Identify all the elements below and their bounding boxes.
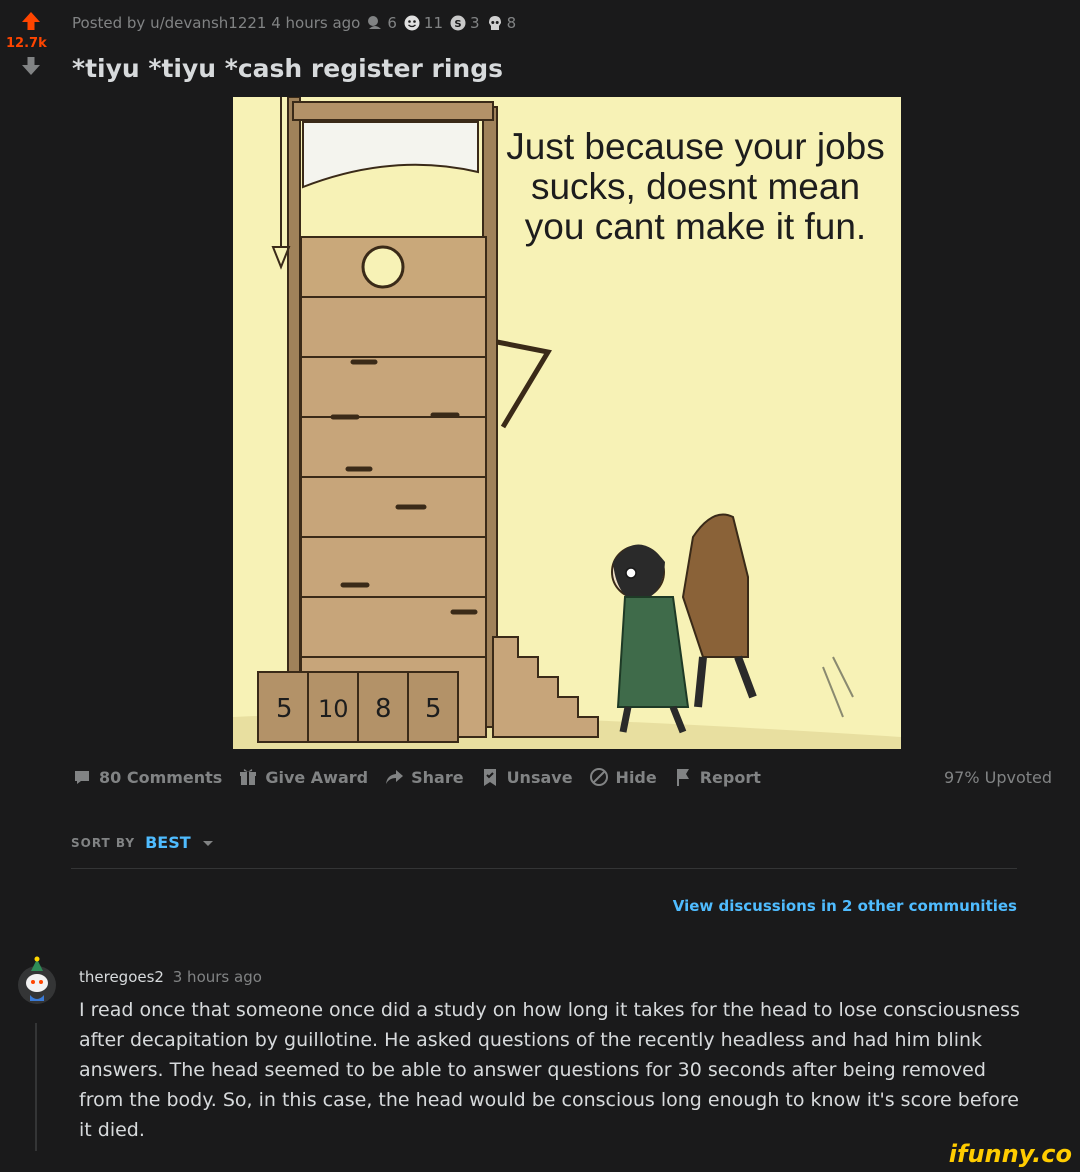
score-boxes: 5 10 8 5 (257, 671, 459, 743)
divider (71, 868, 1017, 869)
score-box-2: 10 (318, 695, 349, 723)
award-count: 8 (506, 14, 517, 32)
report-label: Report (699, 767, 761, 787)
sort-dropdown[interactable]: SORT BY BEST (71, 833, 215, 852)
comment-header: theregoes2 3 hours ago (79, 968, 262, 986)
comment-body: I read once that someone once did a stud… (79, 999, 1020, 1141)
unsave-button[interactable]: Unsave (480, 767, 573, 787)
wholesome-award-icon (404, 15, 420, 31)
award-silver[interactable]: S 3 (449, 14, 480, 32)
caret-down-icon (202, 840, 213, 846)
award-count: 3 (470, 14, 480, 32)
give-award-label: Give Award (265, 767, 369, 787)
avatar[interactable] (16, 955, 58, 1007)
comment-icon (75, 771, 89, 784)
comments-label: 80 Comments (99, 767, 223, 787)
unsave-label: Unsave (506, 767, 573, 787)
comment-author[interactable]: theregoes2 (79, 968, 164, 986)
score-box-4: 5 (425, 694, 442, 724)
vote-column: 12.7k (0, 10, 62, 77)
award-skull[interactable]: 8 (486, 14, 517, 32)
share-button[interactable]: Share (384, 767, 464, 787)
flag-icon (676, 769, 689, 786)
watermark-logo: ifunny.co (948, 1140, 1072, 1168)
svg-text:S: S (454, 19, 461, 30)
post-title[interactable]: *tiyu *tiyu *cash register rings (72, 54, 503, 83)
award-count: 6 (387, 14, 397, 32)
vote-score: 12.7k (6, 36, 47, 51)
share-label: Share (411, 767, 464, 787)
award-count: 11 (423, 14, 444, 32)
view-discussions-link[interactable]: View discussions in 2 other communities (673, 897, 1017, 915)
sort-value: BEST (145, 833, 191, 852)
sort-label: SORT BY (71, 835, 136, 850)
silver-award-icon: S (450, 15, 466, 31)
report-button[interactable]: Report (673, 767, 761, 787)
upvote-arrow-icon[interactable] (20, 10, 42, 32)
score-box-1: 5 (276, 694, 293, 724)
gift-icon (240, 769, 257, 785)
post-container: 12.7k Posted by u/devansh1221 4 hours ag… (0, 0, 1080, 1172)
share-icon (386, 770, 404, 784)
hide-icon (589, 768, 608, 786)
give-award-button[interactable]: Give Award (238, 767, 368, 787)
post-actions-bar: 80 Comments Give Award Share Unsave Hide… (72, 767, 1052, 787)
helpful-award-icon (368, 16, 382, 29)
thread-line[interactable] (35, 1023, 37, 1151)
comments-button[interactable]: 80 Comments (72, 767, 222, 787)
posted-by-text[interactable]: Posted by u/devansh1221 4 hours ago (72, 14, 360, 32)
post-meta: Posted by u/devansh1221 4 hours ago 6 11… (72, 14, 516, 32)
upvote-ratio: 97% Upvoted (943, 767, 1052, 787)
downvote-arrow-icon[interactable] (20, 55, 42, 77)
bookmark-icon (483, 769, 496, 786)
score-box-3: 8 (375, 694, 392, 724)
image-caption: Just because your jobs sucks, doesnt mea… (506, 126, 885, 247)
comment-time: 3 hours ago (172, 968, 262, 986)
award-wholesome[interactable]: 11 (403, 14, 443, 32)
skull-award-icon (488, 16, 501, 30)
award-helpful[interactable]: 6 (366, 14, 397, 32)
hide-label: Hide (615, 767, 657, 787)
post-image[interactable]: 5 10 8 5 Just because your jobs sucks, d… (233, 97, 901, 749)
hide-button[interactable]: Hide (589, 767, 657, 787)
